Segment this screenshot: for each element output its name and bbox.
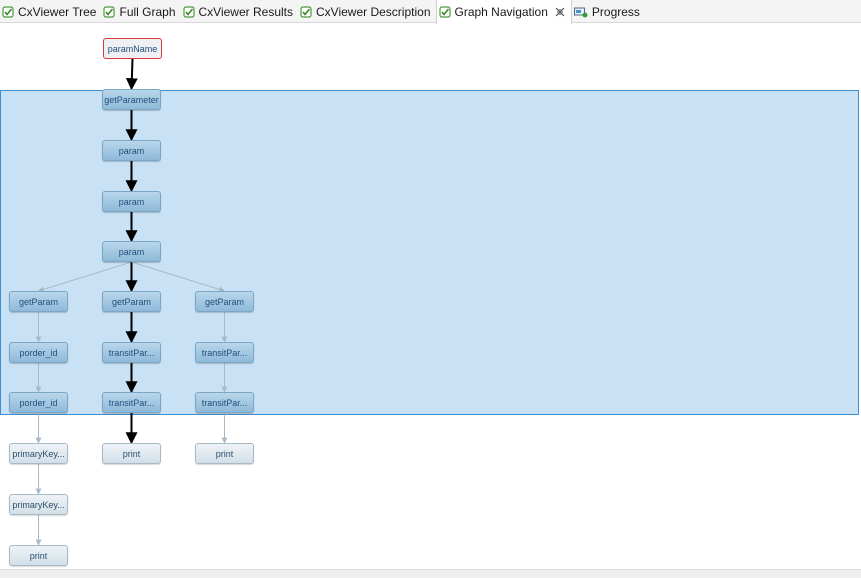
graph-edge — [37, 261, 132, 293]
graph-node[interactable]: getParam — [9, 291, 68, 312]
tab-progress[interactable]: Progress — [572, 0, 645, 23]
graph-node[interactable]: print — [195, 443, 254, 464]
graph-node[interactable]: transitPar... — [102, 392, 161, 413]
tab-label: Progress — [591, 4, 640, 19]
progress-icon — [573, 7, 588, 17]
graph-node[interactable]: param — [102, 140, 161, 161]
tab-cxviewer-description[interactable]: CxViewer Description — [298, 0, 436, 23]
graph-node[interactable]: getParam — [195, 291, 254, 312]
tab-cxviewer-results[interactable]: CxViewer Results — [181, 0, 298, 23]
tab-full-graph[interactable]: Full Graph — [101, 0, 180, 23]
check-icon — [182, 5, 195, 18]
graph-node[interactable]: param — [102, 191, 161, 212]
graph-node[interactable]: print — [102, 443, 161, 464]
graph-node[interactable]: print — [9, 545, 68, 566]
check-icon — [300, 5, 312, 18]
graph-node[interactable]: transitPar... — [195, 342, 254, 363]
check-icon — [103, 5, 116, 18]
graph-node[interactable]: porder_id — [9, 392, 68, 413]
graph-node-start[interactable]: paramName — [103, 38, 162, 59]
status-bar — [0, 569, 861, 578]
graph-node[interactable]: porder_id — [9, 342, 68, 363]
graph-node[interactable]: transitPar... — [195, 392, 254, 413]
tab-cxviewer-tree[interactable]: CxViewer Tree — [0, 0, 101, 23]
tab-label: Full Graph — [119, 4, 176, 19]
tab-graph-navigation[interactable]: Graph Navigation — [435, 0, 572, 24]
close-icon[interactable] — [554, 6, 566, 18]
graph-edge — [131, 261, 226, 293]
graph-node[interactable]: transitPar... — [102, 342, 161, 363]
graph-node[interactable]: param — [102, 241, 161, 262]
view-tab-bar: CxViewer Tree Full Graph CxViewer Result… — [0, 0, 861, 24]
tab-label: CxViewer Tree — [18, 4, 97, 19]
tab-label: CxViewer Description — [316, 4, 431, 19]
graph-node[interactable]: getParameter — [102, 89, 161, 110]
check-icon — [438, 6, 451, 18]
graph-node[interactable]: primaryKey... — [9, 494, 68, 515]
graph-canvas[interactable]: paramName getParameter param param param… — [0, 24, 861, 569]
graph-edge — [125, 58, 138, 91]
graph-node[interactable]: getParam — [102, 291, 161, 312]
graph-node[interactable]: primaryKey... — [9, 443, 68, 464]
tab-label: Graph Navigation — [454, 5, 548, 19]
tab-label: CxViewer Results — [198, 4, 293, 19]
check-icon — [2, 5, 14, 18]
